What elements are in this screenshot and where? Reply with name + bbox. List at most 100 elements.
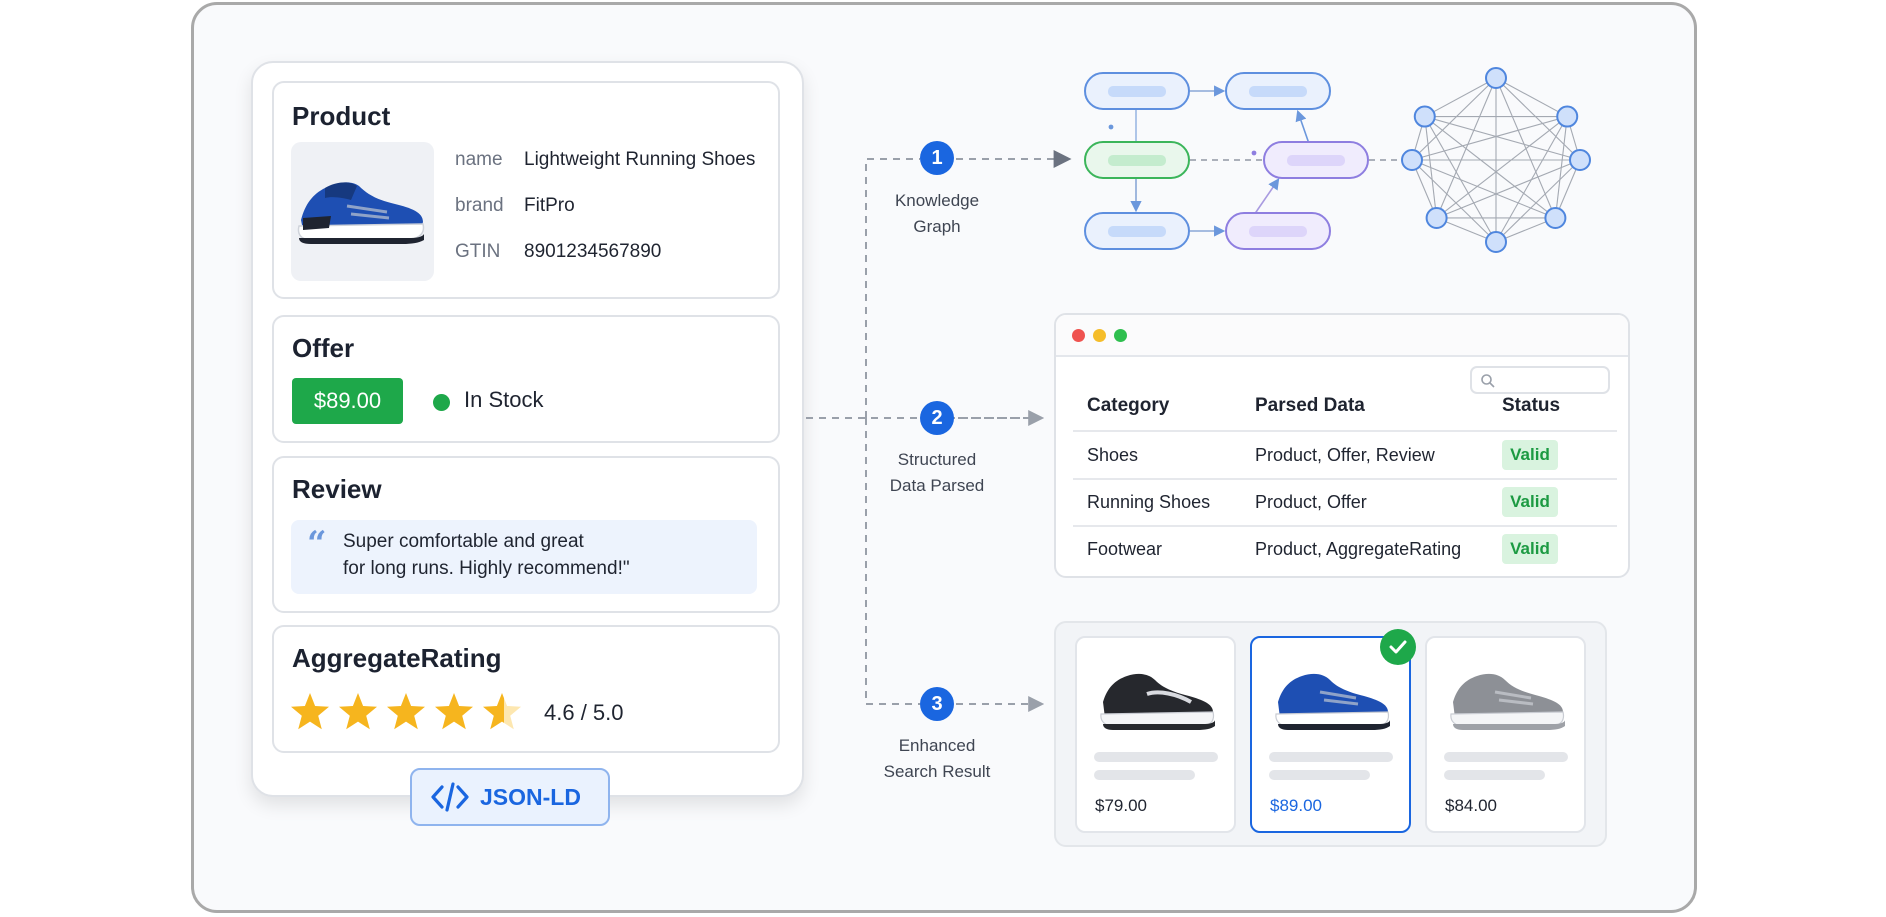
mesh-node: [1413, 105, 1436, 128]
graph-node-bottom-right: [1225, 212, 1331, 250]
result-card-1[interactable]: $79.00: [1075, 636, 1236, 833]
col-header-parsed-data: Parsed Data: [1255, 395, 1365, 416]
mesh-node: [1485, 67, 1507, 89]
mesh-edge: [1495, 77, 1568, 118]
prop-brand-key: brand: [455, 195, 504, 216]
step-1-circle: 1: [920, 141, 954, 175]
mesh-edge: [1495, 159, 1581, 243]
prop-brand-value: FitPro: [524, 195, 575, 216]
step-2-circle: 2: [920, 401, 954, 435]
table-search-input[interactable]: [1470, 366, 1610, 394]
step-1-line2: Graph: [913, 217, 961, 236]
review-title: Review: [292, 474, 382, 504]
review-quote: “ Super comfortable and great for long r…: [291, 520, 757, 594]
step-2-line1: Structured: [897, 450, 977, 469]
result-card-3[interactable]: $84.00: [1425, 636, 1586, 833]
result-text-skeleton: [1269, 770, 1370, 780]
mesh-node: [1556, 105, 1579, 128]
product-image: [291, 142, 434, 281]
star-icon: [291, 693, 329, 730]
code-icon: [431, 782, 469, 812]
result-text-skeleton: [1444, 752, 1568, 762]
maximize-dot-icon: [1114, 329, 1127, 342]
star-icon: [483, 693, 521, 730]
offer-title: Offer: [292, 333, 355, 363]
row-2-category: Running Shoes: [1087, 492, 1211, 512]
stock-status-text: In Stock: [464, 387, 544, 412]
mesh-edge: [1411, 159, 1497, 243]
row-1-category: Shoes: [1087, 445, 1139, 465]
step-1-label: Knowledge Graph: [867, 188, 1007, 240]
row-divider: [1073, 478, 1617, 480]
result-text-skeleton: [1444, 770, 1545, 780]
rating-value: 4.6 / 5.0: [544, 700, 624, 725]
result-price-3: $84.00: [1445, 796, 1497, 815]
json-ld-badge: JSON-LD: [410, 768, 610, 826]
result-text-skeleton: [1269, 752, 1393, 762]
offer-block: Offer $89.00 In Stock: [272, 315, 780, 443]
row-3-parsed: Product, AggregateRating: [1255, 539, 1462, 559]
result-card-2-selected[interactable]: $89.00: [1250, 636, 1411, 833]
step-2-line2: Data Parsed: [889, 476, 985, 495]
graph-node-top-left: [1084, 72, 1190, 110]
close-dot-icon: [1072, 329, 1085, 342]
minimize-dot-icon: [1093, 329, 1106, 342]
prop-name-value: Lightweight Running Shoes: [524, 149, 756, 170]
step-3-line2: Search Result: [883, 762, 991, 781]
result-price-1: $79.00: [1095, 796, 1147, 815]
stock-status-dot: [433, 394, 450, 411]
prop-gtin-value: 8901234567890: [524, 241, 662, 262]
row-3-category: Footwear: [1087, 539, 1163, 559]
parsed-data-window: Category Parsed Data Status Shoes Produc…: [1054, 313, 1630, 578]
blue-shoe-icon: [297, 182, 425, 244]
graph-node-top-right: [1225, 72, 1331, 110]
star-icon: [387, 693, 425, 730]
search-icon: [1481, 374, 1495, 388]
row-1-status-badge: Valid: [1502, 440, 1558, 470]
result-text-skeleton: [1094, 752, 1218, 762]
mesh-node: [1401, 149, 1423, 171]
step-3-circle: 3: [920, 687, 954, 721]
window-titlebar: [1056, 315, 1628, 357]
blue-shoe-icon: [1275, 673, 1390, 730]
col-header-category: Category: [1087, 395, 1170, 416]
row-3-status-badge: Valid: [1502, 534, 1558, 564]
review-block: Review “ Super comfortable and great for…: [272, 456, 780, 613]
mesh-edge: [1411, 116, 1568, 161]
row-divider: [1073, 525, 1617, 527]
gray-shoe-icon: [1450, 673, 1565, 730]
step-3-label: Enhanced Search Result: [867, 733, 1007, 785]
graph-node-middle-green: [1084, 141, 1190, 179]
graph-node-bottom-left: [1084, 212, 1190, 250]
knowledge-graph: [1084, 67, 1591, 253]
row-2-status-badge: Valid: [1502, 487, 1558, 517]
result-text-skeleton: [1094, 770, 1195, 780]
row-2-parsed: Product, Offer: [1255, 492, 1367, 512]
mesh-node: [1485, 231, 1507, 253]
rating-title: AggregateRating: [292, 643, 502, 673]
product-title: Product: [292, 101, 391, 131]
mesh-node: [1544, 206, 1567, 229]
col-header-status: Status: [1502, 395, 1561, 416]
step-3-line1: Enhanced: [898, 736, 976, 755]
star-icon: [339, 693, 377, 730]
quote-icon: “: [307, 524, 327, 564]
stars-icon: [291, 693, 521, 730]
step-1-line1: Knowledge: [894, 191, 980, 210]
black-shoe-icon: [1100, 673, 1215, 730]
prop-gtin-key: GTIN: [455, 241, 501, 262]
selected-check-icon: [1380, 629, 1416, 665]
step-2-label: Structured Data Parsed: [867, 447, 1007, 499]
json-ld-label: JSON-LD: [480, 783, 581, 810]
row-1-parsed: Product, Offer, Review: [1255, 445, 1435, 465]
result-price-2: $89.00: [1270, 796, 1322, 815]
price-badge: $89.00: [292, 378, 403, 424]
mesh-edge: [1424, 77, 1497, 118]
product-block: Product name Lightweight Running Shoes b…: [272, 81, 780, 299]
prop-name-key: name: [455, 149, 503, 170]
review-text-line2: for long runs. Highly recommend!": [343, 558, 630, 579]
review-text-line1: Super comfortable and great: [343, 531, 584, 552]
header-divider: [1073, 430, 1617, 432]
mesh-node: [1569, 149, 1591, 171]
star-icon: [435, 693, 473, 730]
